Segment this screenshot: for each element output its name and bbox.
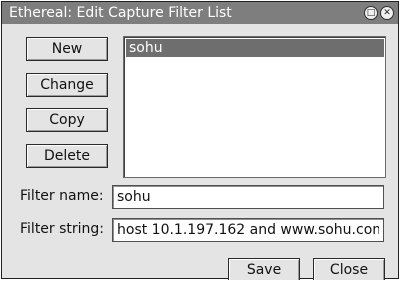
edit-capture-filter-dialog: Ethereal: Edit Capture Filter List □ ✕ N… xyxy=(1,1,399,282)
save-button[interactable]: Save xyxy=(228,258,300,282)
filter-string-input[interactable] xyxy=(112,218,384,242)
background-area xyxy=(0,280,400,294)
close-icon[interactable]: ✕ xyxy=(380,6,394,20)
window-title: Ethereal: Edit Capture Filter List xyxy=(9,5,232,21)
filter-string-label: Filter string: xyxy=(20,221,105,237)
copy-button[interactable]: Copy xyxy=(26,108,108,132)
delete-button[interactable]: Delete xyxy=(26,144,108,168)
close-button[interactable]: Close xyxy=(313,258,385,282)
maximize-icon[interactable]: □ xyxy=(364,6,378,20)
title-bar[interactable]: Ethereal: Edit Capture Filter List □ ✕ xyxy=(2,2,398,24)
change-button[interactable]: Change xyxy=(26,73,108,97)
filter-name-input[interactable] xyxy=(112,185,384,209)
filter-name-label: Filter name: xyxy=(20,188,104,204)
new-button[interactable]: New xyxy=(26,37,108,61)
filter-list[interactable]: sohu xyxy=(123,36,386,178)
list-item[interactable]: sohu xyxy=(126,39,384,57)
